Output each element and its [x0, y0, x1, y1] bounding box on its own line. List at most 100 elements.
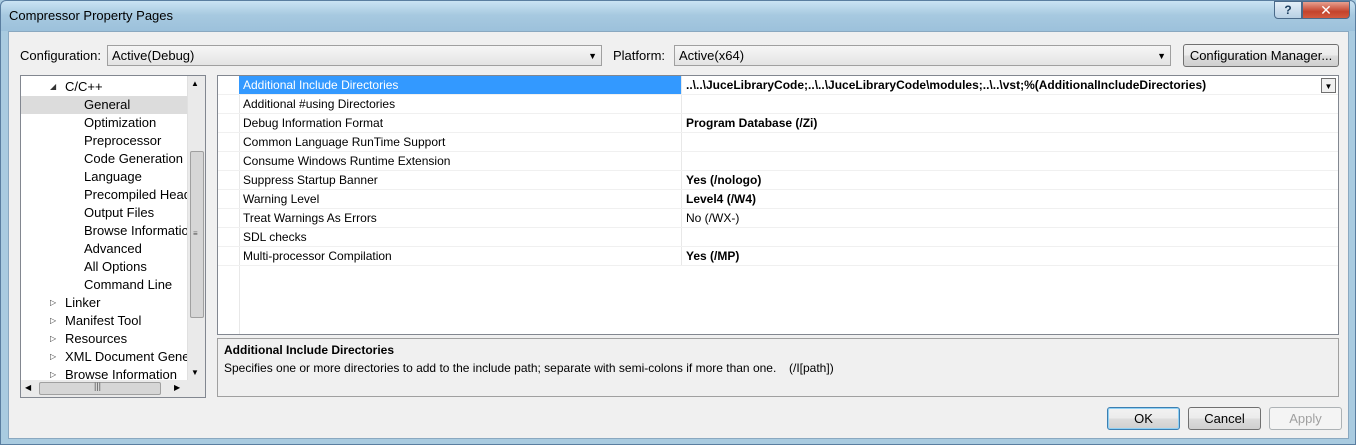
collapsed-triangle-icon[interactable]: ▷ — [50, 334, 56, 343]
property-row[interactable]: SDL checks — [218, 228, 1338, 247]
description-switch: (/I[path]) — [789, 361, 834, 375]
tree-item-label: XML Document Genera — [65, 349, 202, 364]
tree-item-label: General — [84, 97, 131, 112]
property-pages-window: Compressor Property Pages ? ✕ Configurat… — [0, 0, 1356, 445]
description-text: Specifies one or more directories to add… — [224, 361, 777, 375]
configuration-manager-button[interactable]: Configuration Manager... — [1183, 44, 1339, 67]
scroll-down-icon[interactable]: ▼ — [191, 368, 199, 377]
tree-item[interactable]: Browse Information — [21, 222, 196, 240]
chevron-down-icon: ▼ — [1157, 51, 1166, 61]
property-value[interactable]: Program Database (/Zi) — [682, 114, 1338, 132]
tree-item-label: Language — [84, 169, 142, 184]
tree-item-label: Manifest Tool — [65, 313, 142, 328]
property-value[interactable] — [682, 95, 1338, 113]
tree-item[interactable]: All Options — [21, 258, 189, 276]
apply-button[interactable]: Apply — [1269, 407, 1342, 430]
tree-item-label: C/C++ — [65, 79, 103, 94]
tree-item[interactable]: Precompiled Heade — [21, 186, 198, 204]
property-value[interactable]: No (/WX-) — [682, 209, 1338, 227]
tree-item[interactable]: Preprocessor — [21, 132, 189, 150]
tree-item[interactable]: Output Files — [21, 204, 189, 222]
grip-icon: ||| — [94, 381, 102, 391]
grip-icon: ≡ — [193, 229, 198, 238]
tree-item[interactable]: ▷ Manifest Tool — [21, 312, 189, 330]
help-button[interactable]: ? — [1274, 1, 1302, 19]
property-name: Debug Information Format — [239, 114, 682, 132]
property-name: Suppress Startup Banner — [239, 171, 682, 189]
collapsed-triangle-icon[interactable]: ▷ — [50, 298, 56, 307]
tree-item[interactable]: ▷ XML Document Genera — [21, 348, 201, 366]
tree-item[interactable]: Optimization — [21, 114, 189, 132]
tree-item-label: Output Files — [84, 205, 155, 220]
property-name: SDL checks — [239, 228, 682, 246]
value-dropdown-button[interactable]: ▼ — [1321, 78, 1336, 93]
tree-item-label: Linker — [65, 295, 101, 310]
tree-item[interactable]: ▷ Linker — [21, 294, 189, 312]
tree-item[interactable]: ▷ Resources — [21, 330, 189, 348]
platform-dropdown[interactable]: Active(x64) ▼ — [674, 45, 1171, 66]
tree-vertical-scrollbar[interactable]: ▲ ≡ ▼ — [187, 76, 205, 380]
tree-item[interactable]: ◢ C/C++ — [21, 78, 189, 96]
expanded-triangle-icon[interactable]: ◢ — [50, 82, 56, 91]
dialog-client-area: Configuration: Active(Debug) ▼ Platform:… — [8, 31, 1349, 439]
tree-item-label: All Options — [84, 259, 147, 274]
tree-item-label: Code Generation — [84, 151, 184, 166]
property-name: Treat Warnings As Errors — [239, 209, 682, 227]
tree-scroll-thumb[interactable]: ≡ — [190, 151, 204, 318]
configuration-dropdown[interactable]: Active(Debug) ▼ — [107, 45, 602, 66]
property-row[interactable]: Treat Warnings As Errors No (/WX-) — [218, 209, 1338, 228]
window-title: Compressor Property Pages — [9, 8, 174, 23]
property-value[interactable] — [682, 133, 1338, 151]
property-value[interactable]: Yes (/nologo) — [682, 171, 1338, 189]
tree-hscroll-thumb[interactable]: ||| — [39, 381, 161, 395]
description-title: Additional Include Directories — [224, 343, 395, 357]
property-value[interactable]: ..\..\JuceLibraryCode;..\..\JuceLibraryC… — [682, 76, 1338, 94]
property-row[interactable]: Suppress Startup Banner Yes (/nologo) — [218, 171, 1338, 190]
tree-item-label: Command Line — [84, 277, 173, 292]
property-row[interactable]: Additional #using Directories — [218, 95, 1338, 114]
tree-item[interactable]: Command Line — [21, 276, 189, 294]
platform-value: Active(x64) — [679, 48, 745, 63]
ok-button[interactable]: OK — [1107, 407, 1180, 430]
tree-item-label: Browse Information — [84, 223, 196, 238]
tree-horizontal-scrollbar[interactable]: ◀ ||| ▶ — [21, 380, 205, 397]
chevron-down-icon: ▼ — [588, 51, 597, 61]
property-grid: Additional Include Directories ..\..\Juce… — [217, 75, 1339, 335]
property-name: Multi-processor Compilation — [239, 247, 682, 265]
property-row[interactable]: Additional Include Directories ..\..\Juce… — [218, 76, 1338, 95]
tree-item-label: Resources — [65, 331, 128, 346]
scroll-left-icon[interactable]: ◀ — [25, 383, 31, 392]
description-panel: Additional Include Directories Specifies… — [217, 338, 1339, 397]
close-button[interactable]: ✕ — [1302, 1, 1350, 19]
tree-item[interactable]: Advanced — [21, 240, 189, 258]
property-name: Warning Level — [239, 190, 682, 208]
category-tree: ◢ C/C++ General Optimization Preprocessor Cod… — [20, 75, 206, 398]
tree-item-label: Optimization — [84, 115, 157, 130]
scroll-up-icon[interactable]: ▲ — [191, 79, 199, 88]
tree-item-label: Advanced — [84, 241, 142, 256]
collapsed-triangle-icon[interactable]: ▷ — [50, 316, 56, 325]
property-row[interactable]: Warning Level Level4 (/W4) — [218, 190, 1338, 209]
cancel-button[interactable]: Cancel — [1188, 407, 1261, 430]
collapsed-triangle-icon[interactable]: ▷ — [50, 352, 56, 361]
property-row[interactable]: Consume Windows Runtime Extension — [218, 152, 1338, 171]
scroll-right-icon[interactable]: ▶ — [174, 383, 180, 392]
property-value[interactable] — [682, 152, 1338, 170]
property-name: Additional Include Directories — [239, 76, 682, 94]
property-row[interactable]: Multi-processor Compilation Yes (/MP) — [218, 247, 1338, 266]
property-row[interactable]: Common Language RunTime Support — [218, 133, 1338, 152]
tree-item[interactable]: Language — [21, 168, 189, 186]
property-value[interactable]: Yes (/MP) — [682, 247, 1338, 265]
tree-item[interactable]: General — [21, 96, 189, 114]
tree-item-label: Precompiled Heade — [84, 187, 199, 202]
collapsed-triangle-icon[interactable]: ▷ — [50, 370, 56, 379]
property-value[interactable] — [682, 228, 1338, 246]
property-name: Additional #using Directories — [239, 95, 682, 113]
property-name: Common Language RunTime Support — [239, 133, 682, 151]
platform-label: Platform: — [613, 48, 666, 63]
tree-item-label: Preprocessor — [84, 133, 162, 148]
tree-item[interactable]: Code Generation — [21, 150, 189, 168]
property-row[interactable]: Debug Information Format Program Database… — [218, 114, 1338, 133]
property-value[interactable]: Level4 (/W4) — [682, 190, 1338, 208]
configuration-value: Active(Debug) — [112, 48, 195, 63]
